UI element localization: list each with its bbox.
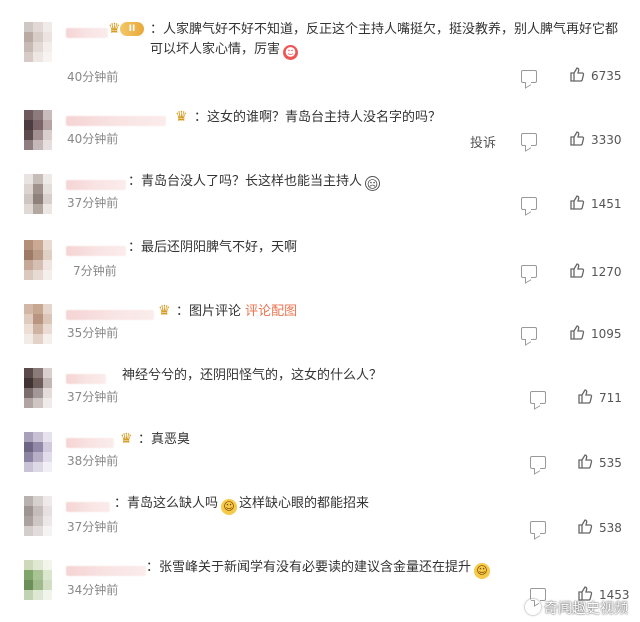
- reply-icon[interactable]: [521, 70, 537, 83]
- comment-time: 40分钟前: [67, 132, 119, 146]
- username[interactable]: [66, 246, 126, 256]
- comment-time: 34分钟前: [67, 583, 119, 597]
- comment-time: 40分钟前: [67, 70, 119, 84]
- comment-time: 38分钟前: [67, 454, 119, 468]
- reply-icon[interactable]: [521, 327, 537, 340]
- reply-icon[interactable]: [530, 391, 546, 404]
- comment-item: ♛ ：这女的谁啊？青岛台主持人没名字的吗？ 40分钟前 投诉 3330: [0, 102, 640, 166]
- username[interactable]: [66, 116, 166, 126]
- like-count: 711: [599, 391, 622, 405]
- comment-text: ：青岛台没人了吗？长这样也能当主持人 ☹: [128, 174, 381, 191]
- comment-text: ：最后还阴阳脾气不好，天啊: [128, 240, 298, 255]
- username[interactable]: [66, 438, 114, 448]
- comment-text: ：人家脾气好不好不知道，反正这个主持人嘴挺欠，挺没教养，别人脾气再好它都可以坏人…: [150, 22, 619, 60]
- thumbs-up-icon: [578, 389, 593, 404]
- username[interactable]: [66, 180, 126, 190]
- username[interactable]: [66, 566, 146, 576]
- watermark: 奇闻趣史视频: [525, 598, 628, 618]
- like-count: 535: [599, 456, 622, 470]
- emoji-icon: ☹: [365, 176, 381, 191]
- comment-item: ♛ ：图片评论 评论配图 35分钟前 1095: [0, 296, 640, 360]
- avatar[interactable]: [24, 110, 52, 150]
- like-count: 538: [599, 521, 622, 535]
- comment-time: 37分钟前: [67, 520, 119, 534]
- avatar[interactable]: [24, 368, 52, 408]
- comment-text: 神经兮兮的，还阴阳怪气的，这女的什么人？: [122, 368, 383, 383]
- avatar[interactable]: [24, 560, 52, 600]
- like-count: 1451: [591, 197, 622, 211]
- like-count: 3330: [591, 133, 622, 147]
- crown-icon: ♛: [108, 21, 121, 37]
- comment-item: ：青岛这么缺人吗 ☺ 这样缺心眼的都能招来 37分钟前 538: [0, 488, 640, 552]
- crown-icon: ♛: [158, 303, 171, 319]
- username[interactable]: [66, 310, 154, 320]
- avatar[interactable]: [24, 496, 52, 536]
- like-count: 6735: [591, 69, 622, 83]
- comment-text: ：青岛这么缺人吗 ☺ 这样缺心眼的都能招来: [114, 496, 370, 515]
- reply-icon[interactable]: [521, 265, 537, 278]
- username[interactable]: [66, 28, 108, 38]
- crown-icon: ♛: [120, 431, 133, 447]
- avatar[interactable]: [24, 240, 52, 280]
- thumbs-up-icon: [570, 67, 585, 82]
- username[interactable]: [66, 374, 106, 384]
- thumbs-up-icon: [570, 263, 585, 278]
- reply-icon[interactable]: [530, 521, 546, 534]
- comment-item: ：最后还阴阳脾气不好，天啊 7分钟前 1270: [0, 232, 640, 296]
- comment-item: ♛ II ：人家脾气好不好不知道，反正这个主持人嘴挺欠，挺没教养，别人脾气再好它…: [0, 14, 640, 84]
- comment-item: ：青岛台没人了吗？长这样也能当主持人 ☹ 37分钟前 1451: [0, 166, 640, 230]
- like-count: 1270: [591, 265, 622, 279]
- thumbs-up-icon: [578, 519, 593, 534]
- comment-time: 37分钟前: [67, 196, 119, 210]
- image-comment-link[interactable]: 评论配图: [245, 304, 297, 319]
- reply-icon[interactable]: [521, 197, 537, 210]
- comment-time: 7分钟前: [73, 264, 117, 278]
- comment-text: ：张雪峰关于新闻学有没有必要读的建议含金量还在提升 ☺: [146, 558, 491, 579]
- like-count: 1095: [591, 327, 622, 341]
- crown-icon: ♛: [175, 109, 188, 125]
- comment-time: 35分钟前: [67, 326, 119, 340]
- reply-icon[interactable]: [521, 133, 537, 146]
- thumbs-up-icon: [570, 195, 585, 210]
- reply-icon[interactable]: [530, 456, 546, 469]
- report-button[interactable]: 投诉: [470, 132, 496, 151]
- thumbs-up-icon: [570, 131, 585, 146]
- comment-item: ♛ ：真恶臭 38分钟前 535: [0, 424, 640, 488]
- thumbs-up-icon: [578, 454, 593, 469]
- avatar[interactable]: [24, 174, 52, 214]
- vip-level-badge: II: [120, 22, 144, 36]
- watermark-logo-icon: [525, 599, 541, 615]
- comment-time: 37分钟前: [67, 390, 119, 404]
- avatar[interactable]: [24, 432, 52, 472]
- avatar[interactable]: [24, 304, 52, 344]
- laughing-emoji-icon: ☺: [221, 499, 238, 515]
- thumbs-up-icon: [570, 325, 585, 340]
- comment-text: ：这女的谁啊？青岛台主持人没名字的吗？: [194, 110, 442, 125]
- avatar[interactable]: [24, 22, 52, 62]
- comment-item: 神经兮兮的，还阴阳怪气的，这女的什么人？ 37分钟前 711: [0, 360, 640, 424]
- emoji-icon: ☻: [283, 45, 299, 60]
- laughing-emoji-icon: ☺: [474, 563, 491, 579]
- comment-text: ：图片评论 评论配图: [176, 304, 298, 319]
- username[interactable]: [66, 502, 110, 512]
- comment-text: ：真恶臭: [138, 432, 191, 447]
